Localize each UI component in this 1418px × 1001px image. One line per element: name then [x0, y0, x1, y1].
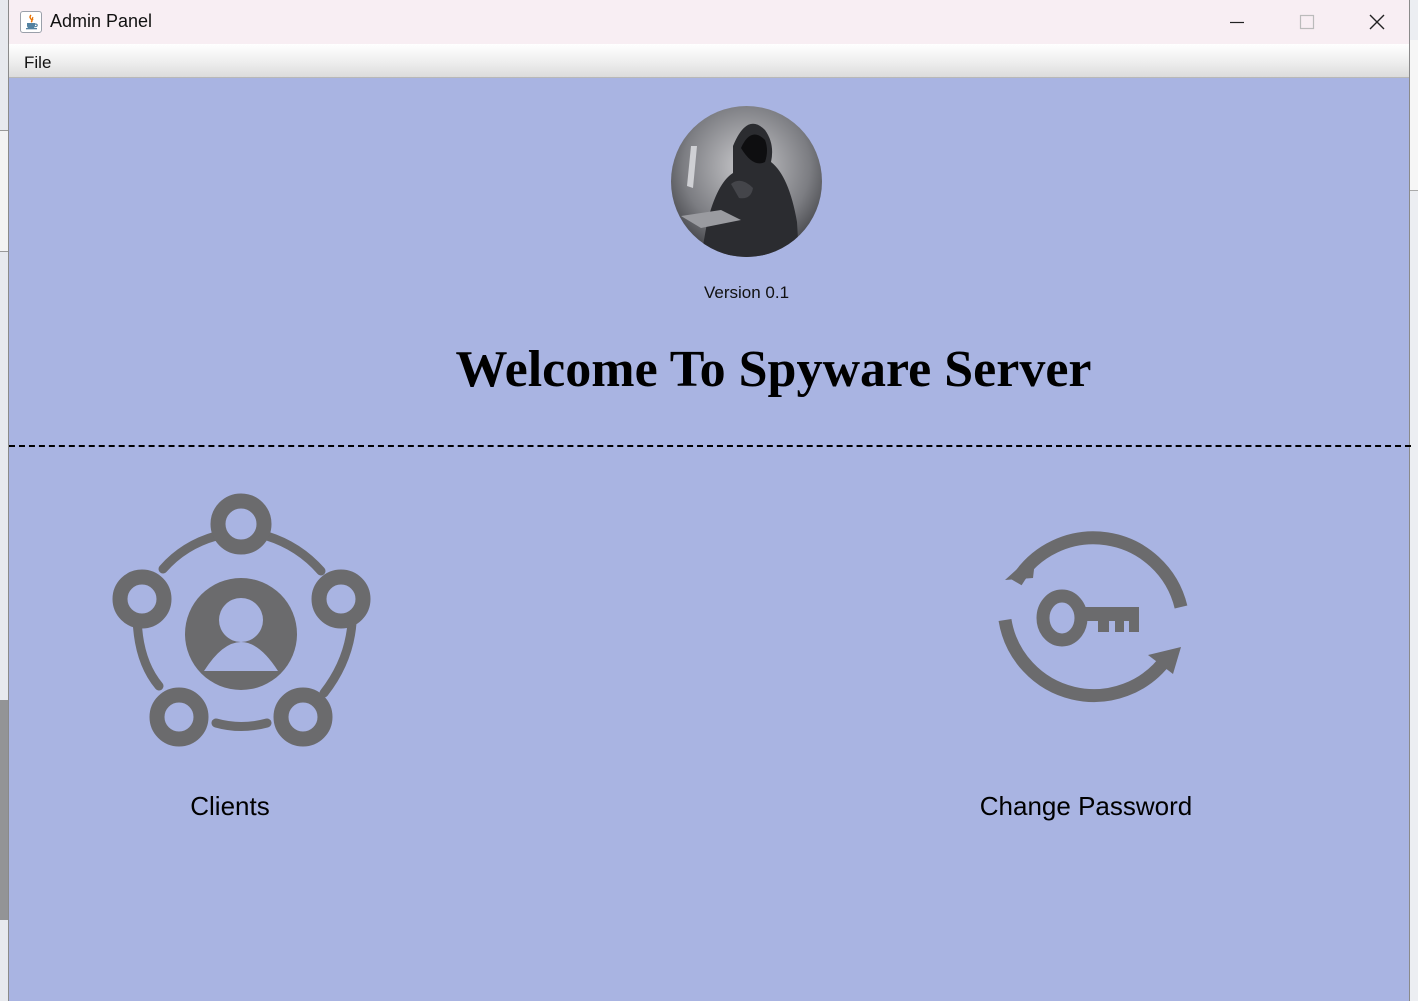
clients-label[interactable]: Clients: [130, 791, 330, 822]
main-content: Version 0.1 Welcome To Spyware Server Cl…: [9, 78, 1411, 1001]
minimize-icon: [1230, 21, 1244, 24]
dashed-divider: [9, 445, 1411, 447]
window-title: Admin Panel: [50, 11, 153, 31]
version-label: Version 0.1: [703, 283, 790, 302]
hacker-avatar: [671, 106, 822, 257]
close-button[interactable]: [1342, 0, 1412, 44]
title-bar[interactable]: Admin Panel: [9, 0, 1409, 44]
maximize-icon: [1299, 14, 1315, 30]
menu-bar: File: [9, 44, 1409, 78]
maximize-button[interactable]: [1272, 0, 1342, 44]
menu-file[interactable]: File: [24, 53, 51, 73]
minimize-button[interactable]: [1202, 0, 1272, 44]
welcome-heading: Welcome To Spyware Server: [455, 341, 1092, 398]
change-password-label[interactable]: Change Password: [936, 791, 1236, 822]
background-desktop-left: [0, 0, 8, 1001]
java-cup-icon: [20, 11, 42, 33]
close-icon: [1369, 14, 1385, 30]
admin-panel-window: Admin Panel File Version 0.1 Welcome To …: [8, 0, 1411, 1001]
background-desktop-right: [1410, 0, 1418, 1001]
key-refresh-icon[interactable]: [991, 516, 1191, 716]
network-users-icon[interactable]: [109, 493, 373, 749]
